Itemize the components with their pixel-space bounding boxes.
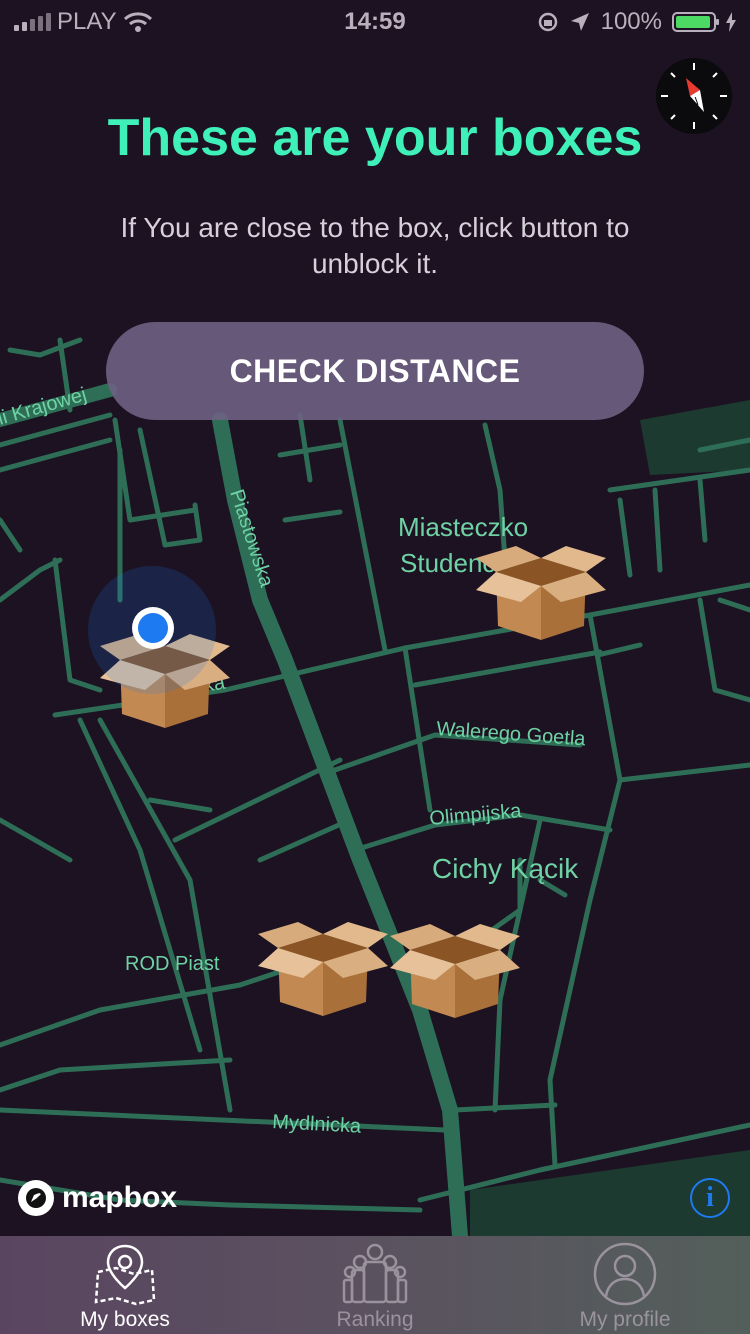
tab-label: My profile bbox=[579, 1308, 671, 1331]
box-marker[interactable] bbox=[390, 906, 520, 1024]
road-label: Mydlnicka bbox=[272, 1111, 363, 1138]
tab-my-profile[interactable]: My profile bbox=[500, 1236, 750, 1334]
battery-icon bbox=[672, 12, 719, 32]
tab-my-boxes[interactable]: My boxes bbox=[0, 1236, 250, 1334]
box-marker[interactable] bbox=[476, 528, 606, 646]
location-arrow-icon bbox=[570, 13, 589, 31]
mapbox-logo[interactable]: mapbox bbox=[18, 1180, 177, 1216]
page-title: These are your boxes bbox=[107, 109, 643, 167]
box-marker[interactable] bbox=[258, 904, 388, 1022]
charging-icon bbox=[726, 12, 736, 32]
map-pin-icon bbox=[94, 1244, 156, 1306]
tab-ranking[interactable]: Ranking bbox=[250, 1236, 500, 1334]
rotation-lock-icon bbox=[538, 12, 557, 32]
tab-bar: My boxes Ranking My profile bbox=[0, 1236, 750, 1334]
user-location-marker bbox=[88, 566, 216, 694]
group-icon bbox=[342, 1243, 408, 1304]
mapbox-wordmark: mapbox bbox=[62, 1181, 178, 1214]
tab-label: My boxes bbox=[80, 1308, 170, 1331]
info-button[interactable]: i bbox=[690, 1178, 730, 1218]
place-label: ROD Piast bbox=[125, 953, 220, 975]
status-bar: PLAY 14:59 100% bbox=[0, 0, 750, 40]
instructions-text: If You are close to the box, click butto… bbox=[120, 212, 630, 279]
battery-percent: 100% bbox=[600, 8, 662, 35]
place-label: Cichy Kącik bbox=[432, 853, 579, 884]
tab-label: Ranking bbox=[336, 1308, 414, 1331]
check-distance-button[interactable]: CHECK DISTANCE bbox=[106, 322, 644, 420]
mapbox-mark-icon bbox=[18, 1180, 54, 1216]
profile-icon bbox=[593, 1242, 657, 1306]
